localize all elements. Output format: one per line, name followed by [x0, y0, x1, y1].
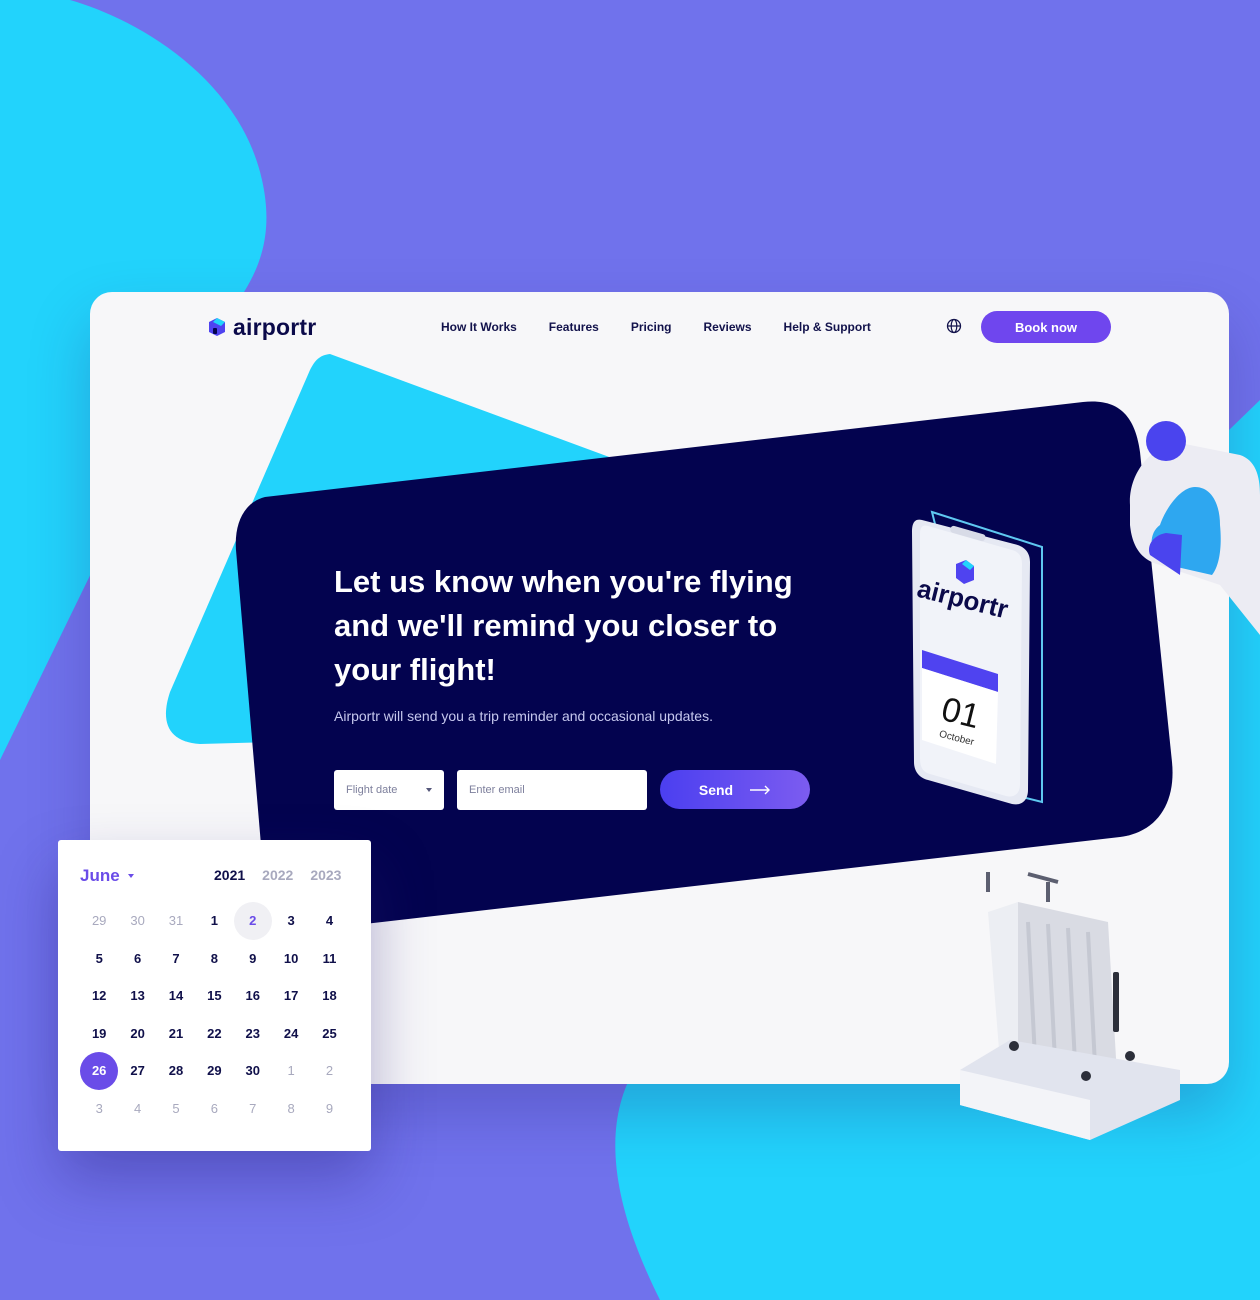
phone-calendar-illustration: airportr 01 October [912, 510, 1043, 805]
calendar-day[interactable]: 18 [310, 977, 348, 1015]
month-label: June [80, 866, 120, 885]
calendar-day[interactable]: 23 [234, 1015, 272, 1053]
email-placeholder: Enter email [469, 784, 525, 796]
calendar-day[interactable]: 31 [157, 902, 195, 940]
hero-title: Let us know when you're flying and we'll… [334, 564, 793, 687]
calendar-day[interactable]: 21 [157, 1015, 195, 1053]
calendar-day[interactable]: 11 [310, 940, 348, 978]
calendar-day[interactable]: 25 [310, 1015, 348, 1053]
calendar-day[interactable]: 4 [118, 1090, 156, 1128]
calendar-day[interactable]: 19 [80, 1015, 118, 1053]
calendar-day[interactable]: 1 [195, 902, 233, 940]
bell-notification-illustration [1129, 421, 1260, 635]
book-now-button[interactable]: Book now [981, 311, 1111, 343]
calendar-week: 19 20 21 22 23 24 25 [80, 1015, 349, 1053]
calendar-week: 5 6 7 8 9 10 11 [80, 940, 349, 978]
nav-reviews[interactable]: Reviews [704, 320, 752, 334]
calendar-day[interactable]: 5 [80, 940, 118, 978]
calendar-day[interactable]: 27 [118, 1052, 156, 1090]
send-button[interactable]: Send [660, 770, 810, 809]
calendar-week: 26 27 28 29 30 1 2 [80, 1051, 349, 1090]
year-option[interactable]: 2023 [310, 867, 341, 883]
calendar-week: 29 30 31 1 2 3 4 [80, 901, 349, 940]
main-nav: How It Works Features Pricing Reviews He… [441, 320, 903, 334]
calendar-day[interactable]: 9 [234, 940, 272, 978]
calendar-day[interactable]: 2 [310, 1052, 348, 1090]
brand-name: airportr [233, 314, 317, 340]
calendar-day[interactable]: 29 [195, 1052, 233, 1090]
nav-features[interactable]: Features [549, 320, 599, 334]
calendar-day[interactable]: 24 [272, 1015, 310, 1053]
date-picker: June 2021 2022 2023 29 30 31 1 2 3 4 5 6 7 8 9 10 11 1… [58, 840, 371, 1151]
logo-icon [209, 317, 225, 336]
calendar-day[interactable]: 1 [272, 1052, 310, 1090]
calendar-day[interactable]: 9 [310, 1090, 348, 1128]
month-select[interactable]: June [80, 866, 134, 886]
calendar-day[interactable]: 28 [157, 1052, 195, 1090]
calendar-day[interactable]: 6 [195, 1090, 233, 1128]
arrow-right-icon [750, 785, 771, 794]
nav-help-support[interactable]: Help & Support [784, 320, 871, 334]
year-selector: 2021 2022 2023 [214, 867, 341, 883]
calendar-day[interactable]: 29 [80, 902, 118, 940]
nav-pricing[interactable]: Pricing [631, 320, 672, 334]
calendar-day[interactable]: 10 [272, 940, 310, 978]
calendar-day[interactable]: 15 [195, 977, 233, 1015]
flight-date-select[interactable]: Flight date [334, 770, 444, 810]
chevron-down-icon [127, 874, 134, 878]
email-input[interactable]: Enter email [457, 770, 647, 810]
calendar-day[interactable]: 7 [157, 940, 195, 978]
calendar-day[interactable]: 8 [195, 940, 233, 978]
globe-icon[interactable] [946, 318, 962, 334]
year-option[interactable]: 2022 [262, 867, 293, 883]
hero-subtitle: Airportr will send you a trip reminder a… [334, 708, 713, 724]
calendar-day[interactable]: 2 [233, 901, 272, 940]
calendar-day[interactable]: 12 [80, 977, 118, 1015]
calendar-day[interactable]: 6 [118, 940, 156, 978]
calendar-grid: 29 30 31 1 2 3 4 5 6 7 8 9 10 11 12 13 14 15 16 17 18 19 20 21 2… [80, 901, 349, 1128]
calendar-day[interactable]: 17 [272, 977, 310, 1015]
flight-date-placeholder: Flight date [346, 784, 398, 796]
calendar-day[interactable]: 7 [234, 1090, 272, 1128]
calendar-day[interactable]: 3 [272, 902, 310, 940]
year-option[interactable]: 2021 [214, 867, 245, 883]
calendar-week: 3456789 [80, 1090, 349, 1128]
calendar-day[interactable]: 16 [234, 977, 272, 1015]
calendar-day[interactable]: 30 [234, 1052, 272, 1090]
nav-how-it-works[interactable]: How It Works [441, 320, 517, 334]
calendar-day[interactable]: 20 [118, 1015, 156, 1053]
chevron-down-icon [426, 788, 432, 792]
calendar-day[interactable]: 26 [80, 1051, 119, 1090]
brand-logo[interactable]: airportr [207, 314, 316, 341]
calendar-day[interactable]: 3 [80, 1090, 118, 1128]
calendar-week: 12 13 14 15 16 17 18 [80, 977, 349, 1015]
calendar-day[interactable]: 5 [157, 1090, 195, 1128]
calendar-day[interactable]: 22 [195, 1015, 233, 1053]
send-label: Send [698, 781, 734, 798]
calendar-day[interactable]: 30 [118, 902, 156, 940]
calendar-day[interactable]: 8 [272, 1090, 310, 1128]
calendar-day[interactable]: 4 [310, 902, 348, 940]
suitcase-stand [960, 1040, 1180, 1140]
calendar-day[interactable]: 13 [118, 977, 156, 1015]
calendar-day[interactable]: 14 [157, 977, 195, 1015]
